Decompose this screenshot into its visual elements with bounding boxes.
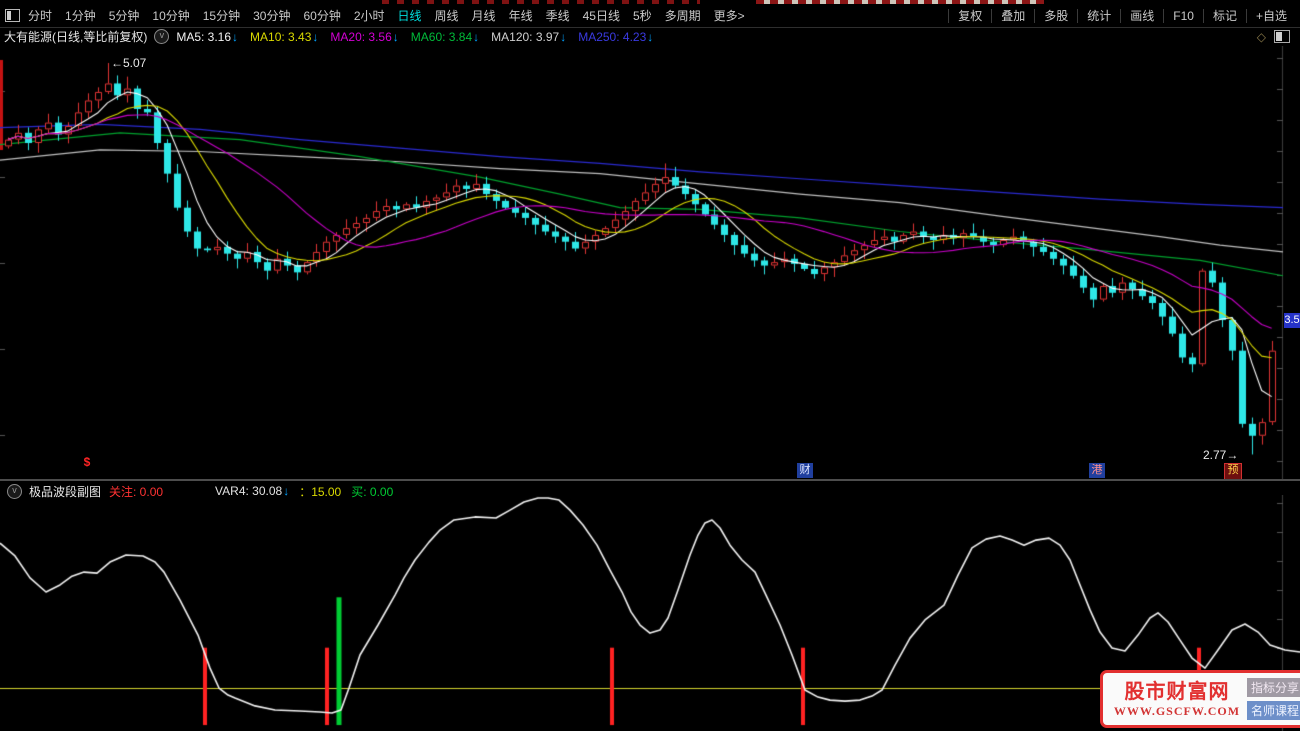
- ma-legend: MA5: 3.16↓ MA10: 3.43↓ MA20: 3.56↓ MA60: 3.…: [176, 30, 653, 44]
- period-tab-13[interactable]: 45日线: [583, 7, 620, 24]
- down-arrow-icon: ↓: [560, 29, 567, 44]
- window-icon[interactable]: [5, 9, 20, 22]
- period-tab-4[interactable]: 15分钟: [203, 7, 240, 24]
- period-tab-16[interactable]: 更多>: [714, 7, 745, 24]
- low-price-annotation: 2.77→: [1203, 448, 1239, 462]
- period-tab-5[interactable]: 30分钟: [253, 7, 290, 24]
- tool-button-5[interactable]: F10: [1164, 9, 1203, 23]
- marker-event-warn[interactable]: 预: [1224, 463, 1242, 480]
- high-price-annotation: ←5.07: [111, 56, 147, 70]
- period-tab-2[interactable]: 5分钟: [109, 7, 140, 24]
- period-tab-14[interactable]: 5秒: [633, 7, 652, 24]
- down-arrow-icon: ↓: [392, 29, 399, 44]
- down-arrow-icon: ↓: [647, 29, 654, 44]
- watermark-badge-indicator-share: 指标分享: [1246, 678, 1300, 697]
- period-tab-12[interactable]: 季线: [546, 7, 570, 24]
- period-tab-0[interactable]: 分时: [28, 7, 52, 24]
- split-window-icon[interactable]: [1274, 30, 1290, 43]
- tool-button-4[interactable]: 画线: [1121, 7, 1163, 24]
- period-tab-15[interactable]: 多周期: [665, 7, 701, 24]
- period-tab-8[interactable]: 日线: [398, 7, 422, 24]
- ma-label-1: MA10: 3.43↓: [250, 29, 319, 44]
- current-price-badge: 3.5: [1284, 313, 1300, 328]
- ma-label-3: MA60: 3.84↓: [410, 29, 480, 44]
- period-tab-3[interactable]: 10分钟: [152, 7, 189, 24]
- tool-button-2[interactable]: 多股: [1035, 7, 1077, 24]
- down-arrow-icon: ↓: [232, 29, 239, 44]
- period-tab-7[interactable]: 2小时: [354, 7, 385, 24]
- down-arrow-icon: ↓: [312, 29, 319, 44]
- arrow-right-icon: →: [1226, 448, 1239, 462]
- app-window: 分时 1分钟 5分钟 10分钟 15分钟 30分钟 60分钟 2小时 日线 周线 月线 年线 季线 45日…: [0, 0, 1300, 731]
- period-tab-1[interactable]: 1分钟: [65, 7, 96, 24]
- toolbar: 分时 1分钟 5分钟 10分钟 15分钟 30分钟 60分钟 2小时 日线 周线 月线 年线 季线 45日…: [0, 4, 1300, 28]
- ma-label-2: MA20: 3.56↓: [330, 29, 399, 44]
- main-candle-chart[interactable]: [0, 46, 1300, 480]
- tool-button-6[interactable]: 标记: [1204, 7, 1246, 24]
- tool-button-0[interactable]: 复权: [949, 7, 991, 24]
- period-tab-10[interactable]: 月线: [472, 7, 496, 24]
- marker-dollar: $: [83, 455, 91, 469]
- tool-button-7[interactable]: +自选: [1247, 7, 1296, 24]
- toolbar-tools: 复权 叠加 多股 统计 画线 F10 标记 +自选: [948, 7, 1296, 24]
- watermark-site-name: 股市财富网: [1124, 680, 1230, 703]
- marker-event-port[interactable]: 港: [1089, 463, 1105, 478]
- chevron-down-icon[interactable]: v: [154, 29, 170, 44]
- ma-label-0: MA5: 3.16↓: [176, 29, 239, 44]
- tool-button-1[interactable]: 叠加: [992, 7, 1034, 24]
- watermark: 股市财富网 WWW.GSCFW.COM 指标分享 名师课程: [1100, 670, 1300, 728]
- period-tab-6[interactable]: 60分钟: [303, 7, 340, 24]
- symbol-title: 大有能源(日线,等比前复权): [4, 30, 148, 44]
- diamond-icon[interactable]: ◇: [1257, 30, 1266, 44]
- toolbar-periods: 分时 1分钟 5分钟 10分钟 15分钟 30分钟 60分钟 2小时 日线 周线 月线 年线 季线 45日…: [28, 7, 745, 24]
- watermark-url: WWW.GSCFW.COM: [1113, 703, 1241, 718]
- period-tab-9[interactable]: 周线: [435, 7, 459, 24]
- arrow-left-icon: ←: [111, 56, 123, 70]
- chart-header: 大有能源(日线,等比前复权) v MA5: 3.16↓ MA10: 3.43↓ MA…: [0, 27, 1300, 46]
- ma-label-4: MA120: 3.97↓: [491, 29, 567, 44]
- marker-event-blue[interactable]: 财: [797, 463, 813, 478]
- down-arrow-icon: ↓: [473, 29, 480, 44]
- tool-button-3[interactable]: 统计: [1078, 7, 1120, 24]
- ma-label-5: MA250: 4.23↓: [578, 29, 654, 44]
- period-tab-11[interactable]: 年线: [509, 7, 533, 24]
- watermark-badge-courses: 名师课程: [1246, 701, 1300, 720]
